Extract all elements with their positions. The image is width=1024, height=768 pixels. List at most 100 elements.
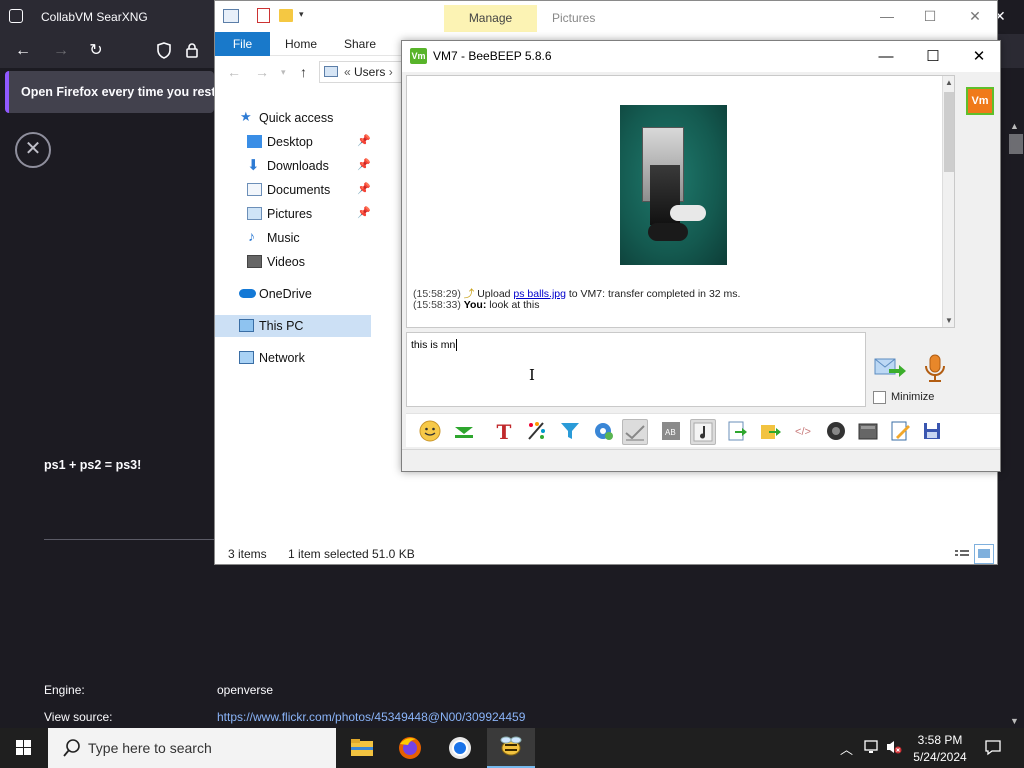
- chat-scrollbar[interactable]: ▲ ▼: [942, 76, 954, 327]
- pin-icon[interactable]: 📌: [357, 134, 371, 147]
- emoticon-icon[interactable]: [417, 419, 443, 445]
- quick-access-dropdown-icon[interactable]: ▾: [299, 9, 304, 20]
- send-file-icon[interactable]: [724, 419, 750, 445]
- nav-label: Desktop: [267, 135, 313, 149]
- explorer-maximize-icon[interactable]: ☐: [920, 8, 940, 25]
- scroll-up-icon[interactable]: ▲: [945, 78, 953, 87]
- recent-dropdown-icon[interactable]: ▾: [281, 67, 286, 78]
- scroll-thumb[interactable]: [944, 92, 954, 172]
- show-hidden-icons-icon[interactable]: ︿: [840, 739, 853, 758]
- properties-icon[interactable]: [257, 8, 270, 23]
- beep-sound-icon[interactable]: [690, 419, 716, 445]
- chat-message: (15:58:33) You: look at this: [413, 299, 539, 311]
- star-icon: ★: [240, 109, 252, 124]
- clock-date[interactable]: 5/24/2024: [906, 750, 974, 764]
- screenshot-icon[interactable]: [823, 419, 849, 445]
- scroll-up-icon[interactable]: ▲: [1010, 121, 1019, 131]
- explorer-close-icon[interactable]: ✕: [965, 8, 985, 25]
- nav-music[interactable]: ♪ Music: [215, 227, 371, 249]
- taskbar-beebeep[interactable]: [487, 728, 535, 768]
- checkbox-box[interactable]: [873, 391, 886, 404]
- back-icon[interactable]: ←: [14, 42, 32, 60]
- explorer-minimize-icon[interactable]: —: [877, 8, 897, 24]
- filter-icon[interactable]: [557, 419, 583, 445]
- start-button[interactable]: [0, 728, 48, 768]
- message-sender: You:: [463, 299, 487, 311]
- edit-notes-icon[interactable]: [887, 419, 913, 445]
- font-name-icon[interactable]: AB: [658, 419, 684, 445]
- voice-message-button[interactable]: [922, 353, 948, 383]
- volume-muted-icon[interactable]: [885, 739, 903, 758]
- view-source-value: https://www.flickr.com/photos/45349448@N…: [217, 710, 525, 724]
- taskbar-chrome[interactable]: [436, 728, 484, 768]
- view-source-link[interactable]: https://www.flickr.com/photos/45349448@N…: [217, 710, 525, 724]
- compact-view-icon[interactable]: [622, 419, 648, 445]
- font-icon[interactable]: T: [491, 419, 517, 445]
- taskbar-firefox[interactable]: [386, 728, 434, 768]
- pictures-tab: Pictures: [552, 11, 596, 25]
- save-chat-icon[interactable]: [919, 419, 945, 445]
- chat-history[interactable]: (15:58:29) ⤴ Upload ps balls.jpg to VM7:…: [406, 75, 955, 328]
- nav-videos[interactable]: Videos: [215, 251, 371, 273]
- send-folder-icon[interactable]: [757, 419, 783, 445]
- nav-desktop[interactable]: Desktop 📌: [215, 131, 371, 153]
- nav-pictures[interactable]: Pictures 📌: [215, 203, 371, 225]
- pin-icon[interactable]: 📌: [357, 206, 371, 219]
- send-message-button[interactable]: [873, 353, 907, 383]
- nav-network[interactable]: Network: [215, 347, 371, 369]
- shield-icon[interactable]: [155, 42, 173, 60]
- lock-icon[interactable]: [183, 42, 201, 60]
- share-tab[interactable]: Share: [344, 37, 376, 51]
- beebeep-minimize-icon[interactable]: —: [868, 45, 904, 69]
- close-circle-icon[interactable]: ✕: [15, 132, 51, 168]
- nav-downloads[interactable]: ⬇ Downloads 📌: [215, 155, 371, 177]
- nav-quick-access[interactable]: ★ Quick access: [215, 107, 371, 129]
- nav-label: Music: [267, 231, 300, 245]
- network-tray-icon[interactable]: [863, 739, 879, 758]
- home-tab[interactable]: Home: [285, 37, 317, 51]
- firefox-tab[interactable]: CollabVM SearXNG: [0, 0, 214, 34]
- notifications-icon[interactable]: [984, 738, 1002, 759]
- scroll-thumb[interactable]: [1009, 134, 1023, 154]
- insert-emoticon-dropdown-icon[interactable]: [451, 419, 477, 445]
- manage-tab[interactable]: Manage: [444, 5, 537, 32]
- nav-label: Network: [259, 351, 305, 365]
- scroll-down-icon[interactable]: ▼: [1010, 716, 1019, 726]
- beebeep-title-bar: Vm VM7 - BeeBEEP 5.8.6 — ☐ ✕: [402, 41, 1000, 72]
- back-icon[interactable]: ←: [227, 64, 241, 80]
- firefox-scrollbar[interactable]: ▲ ▼: [1007, 118, 1024, 728]
- shared-image-thumbnail[interactable]: [620, 105, 727, 265]
- clock-time[interactable]: 3:58 PM: [910, 733, 970, 747]
- forward-icon[interactable]: →: [52, 42, 70, 60]
- font-color-icon[interactable]: [524, 419, 550, 445]
- breadcrumb-users[interactable]: Users: [354, 65, 385, 79]
- taskbar-file-explorer[interactable]: [338, 728, 386, 768]
- large-icons-view-icon[interactable]: [974, 544, 994, 564]
- nav-documents[interactable]: Documents 📌: [215, 179, 371, 201]
- nav-onedrive[interactable]: OneDrive: [215, 283, 371, 305]
- nav-label: Documents: [267, 183, 331, 197]
- beebeep-close-icon[interactable]: ✕: [961, 45, 997, 69]
- forward-icon[interactable]: →: [255, 64, 269, 80]
- music-note-icon: ♪: [248, 228, 255, 244]
- file-tab[interactable]: File: [215, 32, 270, 56]
- details-view-icon[interactable]: [952, 544, 972, 564]
- documents-icon: [247, 183, 262, 196]
- beebeep-maximize-icon[interactable]: ☐: [915, 45, 951, 69]
- message-input[interactable]: this is mn I: [406, 332, 866, 407]
- new-folder-icon[interactable]: [279, 9, 293, 22]
- controller-shape: [648, 223, 688, 241]
- reload-icon[interactable]: ↻: [87, 42, 105, 60]
- nav-this-pc[interactable]: This PC: [215, 315, 371, 337]
- pin-icon[interactable]: 📌: [357, 182, 371, 195]
- html-code-icon[interactable]: </>: [790, 419, 816, 445]
- vm-user-avatar[interactable]: Vm: [966, 87, 994, 115]
- clear-chat-icon[interactable]: [855, 419, 881, 445]
- address-input[interactable]: « Users ›: [319, 61, 409, 83]
- scroll-down-icon[interactable]: ▼: [945, 316, 953, 325]
- settings-gear-icon[interactable]: [590, 419, 616, 445]
- up-icon[interactable]: ↑: [300, 64, 307, 80]
- pin-icon[interactable]: 📌: [357, 158, 371, 171]
- taskbar-search-box[interactable]: Type here to search: [48, 728, 336, 768]
- page-heading: ps1 + ps2 = ps3!: [44, 458, 142, 472]
